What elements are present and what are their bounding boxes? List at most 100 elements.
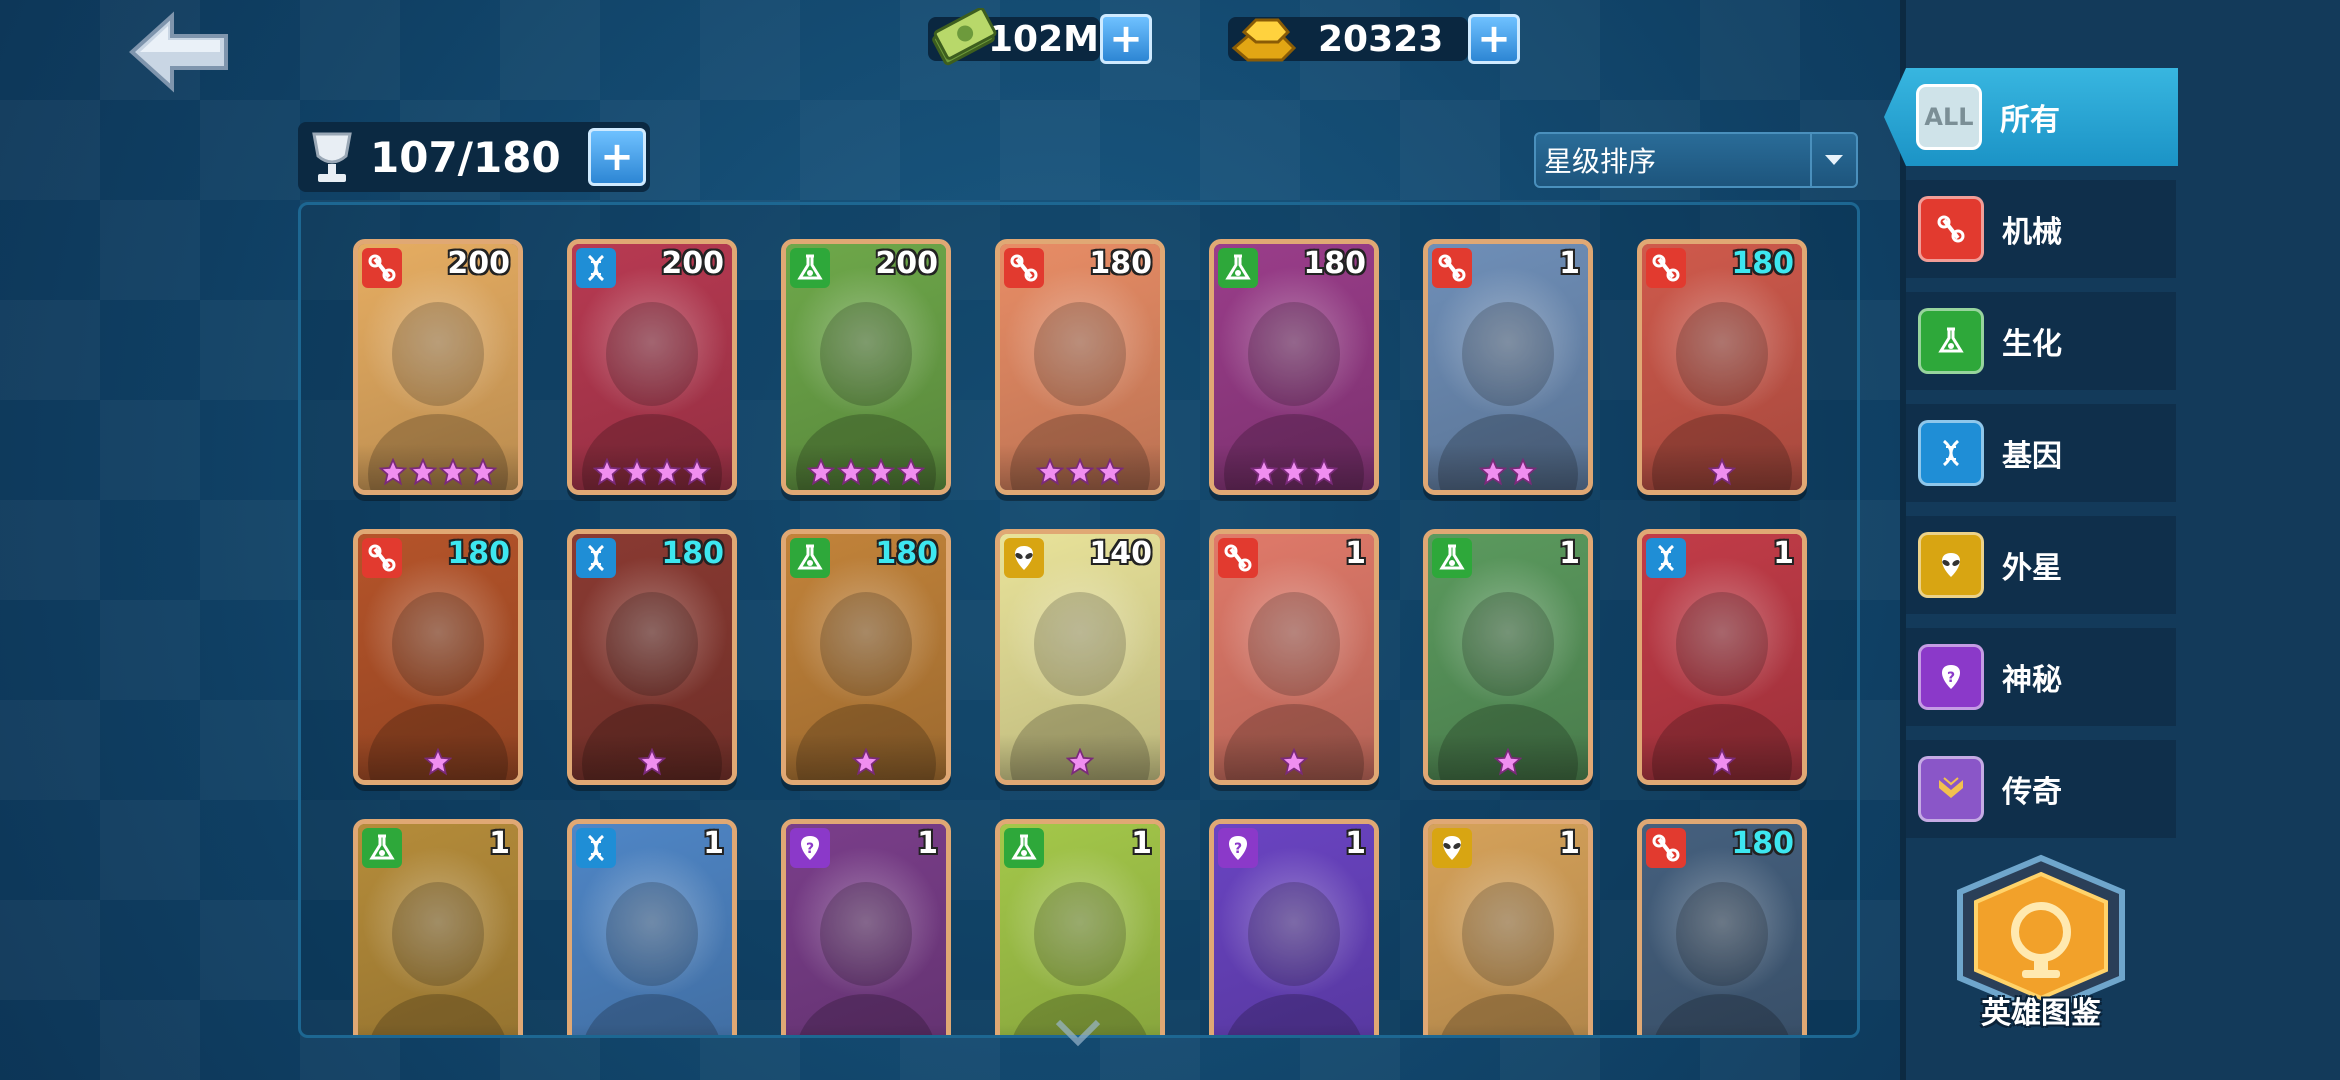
hero-card[interactable]: 200 (353, 239, 523, 495)
star-icon (1280, 458, 1308, 486)
hero-card[interactable]: 1 (567, 819, 737, 1035)
hero-card[interactable]: 180 (1637, 239, 1807, 495)
bio-type-icon (1432, 538, 1472, 578)
star-icon (439, 458, 467, 486)
hero-card[interactable]: 200 (567, 239, 737, 495)
category-label: 外星 (2002, 551, 2062, 586)
hero-card[interactable]: 140 (995, 529, 1165, 785)
hero-level: 1 (1559, 536, 1580, 571)
hero-card[interactable]: 1 (1423, 819, 1593, 1035)
hero-card[interactable]: 180 (353, 529, 523, 785)
hero-level: 180 (661, 536, 724, 571)
hero-level: 180 (875, 536, 938, 571)
star-icon (837, 458, 865, 486)
star-icon (1280, 748, 1308, 776)
hero-level: 1 (1345, 536, 1366, 571)
star-icon (1708, 458, 1736, 486)
star-icon (897, 458, 925, 486)
gene-type-icon (576, 248, 616, 288)
alien-type-icon (1004, 538, 1044, 578)
category-tab-mech[interactable]: 机械 (1906, 180, 2176, 278)
hero-card[interactable]: 1 (1423, 239, 1593, 495)
card-shade (1428, 1024, 1588, 1035)
star-icon (1066, 748, 1094, 776)
card-shade (572, 1024, 732, 1035)
star-icon (593, 458, 621, 486)
hero-level: 180 (1731, 826, 1794, 861)
add-cash-button[interactable]: + (1100, 14, 1152, 64)
hero-level: 180 (1731, 246, 1794, 281)
hero-card[interactable]: ? 1 (1209, 819, 1379, 1035)
hero-stars (1214, 458, 1374, 486)
category-label: 所有 (2000, 103, 2060, 138)
hero-level: 1 (489, 826, 510, 861)
hero-stars (358, 458, 518, 486)
mech-type-icon (1646, 828, 1686, 868)
gene-type-icon (1646, 538, 1686, 578)
mech-type-icon (362, 248, 402, 288)
category-tab-legend[interactable]: 传奇 (1906, 740, 2176, 838)
category-tab-mystery[interactable]: ? 神秘 (1906, 628, 2176, 726)
hero-level: 1 (1559, 826, 1580, 861)
hero-stars (572, 748, 732, 776)
category-label: 生化 (2002, 327, 2062, 362)
star-icon (653, 458, 681, 486)
hero-card[interactable]: 180 (781, 529, 951, 785)
bio-type-icon (1004, 828, 1044, 868)
hero-codex-button[interactable]: 英雄图鉴 (1946, 852, 2136, 1052)
alien-type-icon (1432, 828, 1472, 868)
star-icon (1096, 458, 1124, 486)
hero-card[interactable]: 200 (781, 239, 951, 495)
hero-stars (572, 458, 732, 486)
hero-stars (1000, 458, 1160, 486)
hero-grid-panel[interactable]: 200 200 200 180 180 1 180 180 180 180 14… (298, 202, 1860, 1038)
card-shade (1642, 1024, 1802, 1035)
category-tab-alien[interactable]: 外星 (1906, 516, 2176, 614)
gold-currency: 20323 + (1228, 14, 1520, 64)
star-icon (1479, 458, 1507, 486)
hero-card[interactable]: 180 (995, 239, 1165, 495)
mystery-icon: ? (1918, 644, 1984, 710)
hero-card[interactable]: 180 (567, 529, 737, 785)
hero-card[interactable]: 1 (1209, 529, 1379, 785)
category-tab-all[interactable]: ALL 所有 (1884, 68, 2178, 166)
sort-dropdown[interactable]: 星级排序 (1534, 132, 1858, 188)
category-tab-bio-flask[interactable]: 生化 (1906, 292, 2176, 390)
add-gold-button[interactable]: + (1468, 14, 1520, 64)
hero-card[interactable]: 1 (1637, 529, 1807, 785)
hero-level: 180 (1303, 246, 1366, 281)
hero-card[interactable]: 1 (1423, 529, 1593, 785)
hero-level: 180 (1089, 246, 1152, 281)
chevron-down-icon (1810, 134, 1856, 186)
hero-stars (1428, 458, 1588, 486)
hero-level: 1 (1345, 826, 1366, 861)
star-icon (424, 748, 452, 776)
hero-card[interactable]: 1 (995, 819, 1165, 1035)
sort-dropdown-label: 星级排序 (1544, 145, 1657, 178)
dna-icon (1918, 420, 1984, 486)
hero-stars (358, 748, 518, 776)
hero-stars (1214, 748, 1374, 776)
back-arrow-icon[interactable] (128, 10, 232, 94)
star-icon (1494, 748, 1522, 776)
cash-value: 102M (988, 18, 1099, 60)
all-icon: ALL (1916, 84, 1982, 150)
gold-value: 20323 (1318, 18, 1444, 60)
star-icon (807, 458, 835, 486)
hero-level: 200 (875, 246, 938, 281)
hero-card[interactable]: 1 (353, 819, 523, 1035)
hero-level: 1 (1773, 536, 1794, 571)
alien-icon (1918, 532, 1984, 598)
category-label: 基因 (2002, 439, 2062, 474)
hero-level: 180 (447, 536, 510, 571)
star-icon (638, 748, 666, 776)
star-icon (469, 458, 497, 486)
hero-stars (786, 748, 946, 776)
hero-card[interactable]: ? 1 (781, 819, 951, 1035)
mech-type-icon (1218, 538, 1258, 578)
legend-icon (1918, 756, 1984, 822)
add-capacity-button[interactable]: + (588, 128, 646, 186)
hero-card[interactable]: 180 (1209, 239, 1379, 495)
category-tab-dna[interactable]: 基因 (1906, 404, 2176, 502)
hero-card[interactable]: 180 (1637, 819, 1807, 1035)
